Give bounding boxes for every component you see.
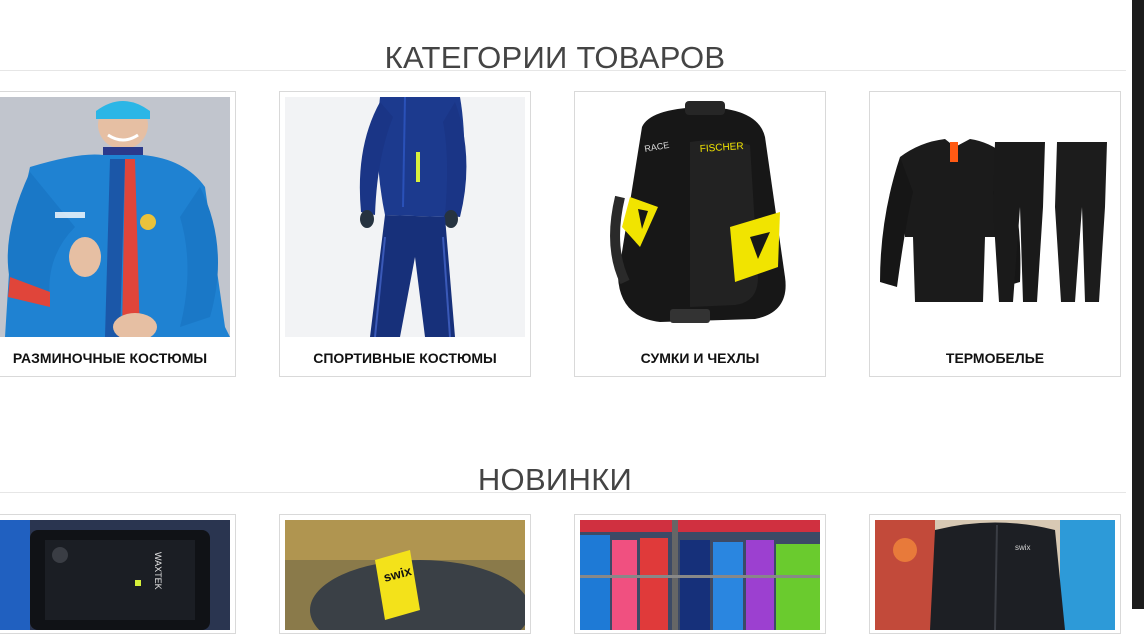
product-photo-3 xyxy=(580,520,820,630)
window-edge xyxy=(1132,0,1144,609)
sport-suit-photo xyxy=(285,97,525,337)
category-label: СУМКИ И ЧЕХЛЫ xyxy=(640,350,760,366)
brand-text: swix xyxy=(1015,543,1031,552)
category-label: СПОРТИВНЫЕ КОСТЮМЫ xyxy=(313,350,497,366)
category-label: РАЗМИНОЧНЫЕ КОСТЮМЫ xyxy=(12,350,208,366)
product-photo-4: swix xyxy=(875,520,1115,630)
thermal-underwear-photo xyxy=(875,97,1115,337)
new-product-card[interactable]: swix xyxy=(869,514,1121,634)
category-card-bags[interactable]: FISCHER RACE СУМКИ И ЧЕХЛЫ xyxy=(574,91,826,377)
warmup-suit-photo xyxy=(0,97,230,337)
divider xyxy=(0,70,1126,71)
category-card-warmup-suits[interactable]: РАЗМИНОЧНЫЕ КОСТЮМЫ xyxy=(0,91,236,377)
category-card-thermal-underwear[interactable]: ТЕРМОБЕЛЬЕ xyxy=(869,91,1121,377)
category-label: ТЕРМОБЕЛЬЕ xyxy=(945,350,1045,366)
brand-text: WAXTEK xyxy=(153,552,163,590)
new-product-card[interactable]: WAXTEK xyxy=(0,514,236,634)
new-product-card[interactable]: swix xyxy=(279,514,531,634)
product-photo-1: WAXTEK xyxy=(0,520,230,630)
new-product-card[interactable] xyxy=(574,514,826,634)
divider xyxy=(0,492,1126,493)
category-card-sport-suits[interactable]: СПОРТИВНЫЕ КОСТЮМЫ xyxy=(279,91,531,377)
backpack-photo: FISCHER RACE xyxy=(580,97,820,337)
product-photo-2: swix xyxy=(285,520,525,630)
